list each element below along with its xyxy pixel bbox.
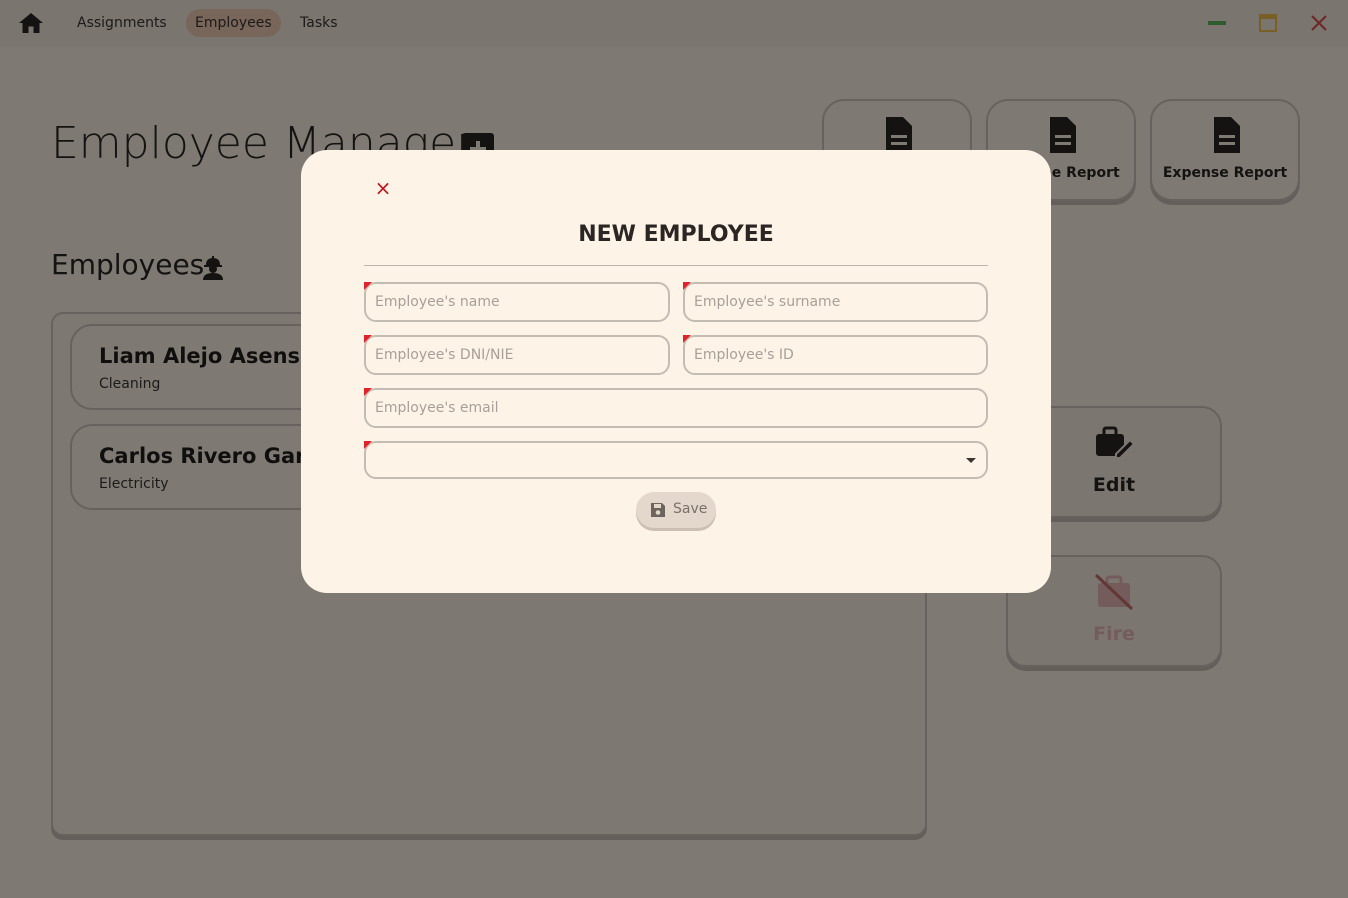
- employee-surname-input[interactable]: [685, 284, 986, 320]
- email-field-wrapper: [364, 388, 988, 428]
- divider: [364, 265, 988, 266]
- close-icon[interactable]: ×: [373, 178, 393, 198]
- employee-name-input[interactable]: [366, 284, 668, 320]
- name-field-wrapper: [364, 282, 670, 322]
- new-employee-dialog: × NEW EMPLOYEE Save: [301, 150, 1051, 593]
- department-select[interactable]: [364, 441, 988, 479]
- save-button-label: Save: [673, 501, 708, 517]
- dialog-title: NEW EMPLOYEE: [578, 222, 774, 247]
- employee-dni-input[interactable]: [366, 337, 668, 373]
- save-icon: [651, 503, 665, 517]
- required-marker: [364, 441, 372, 449]
- dni-field-wrapper: [364, 335, 670, 375]
- surname-field-wrapper: [683, 282, 988, 322]
- employee-id-input[interactable]: [685, 337, 986, 373]
- id-field-wrapper: [683, 335, 988, 375]
- save-button[interactable]: Save: [636, 492, 716, 528]
- employee-email-input[interactable]: [366, 390, 986, 426]
- chevron-down-icon: [966, 458, 976, 463]
